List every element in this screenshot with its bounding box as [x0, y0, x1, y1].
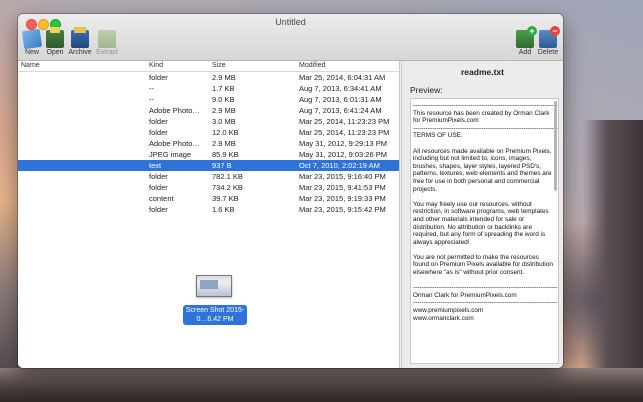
row-modified: Aug 7, 2013, 6:34:41 AM: [299, 84, 382, 93]
row-size: 85.9 KB: [212, 150, 239, 159]
row-kind: folder: [149, 117, 168, 126]
row-size: 1.6 KB: [212, 205, 235, 214]
row-kind: folder: [149, 172, 168, 181]
folder-row[interactable]: ▶Tabbarfolder734.2 KBMar 23, 2015, 9:41:…: [18, 182, 399, 193]
preview-scrollbar[interactable]: [554, 101, 557, 191]
preview-filename: readme.txt: [461, 67, 504, 77]
archive-button[interactable]: Archive: [66, 27, 94, 56]
file-row[interactable]: Ive.aco--1.7 KBAug 7, 2013, 6:34:41 AM: [18, 83, 399, 94]
row-size: 782.1 KB: [212, 172, 243, 181]
open-button[interactable]: Open: [41, 27, 69, 56]
row-size: 9.0 KB: [212, 95, 235, 104]
row-modified: May 31, 2012, 9:03:26 PM: [299, 150, 387, 159]
file-row[interactable]: Ive.grd--9.0 KBAug 7, 2013, 6:01:31 AM: [18, 94, 399, 105]
row-kind: --: [149, 95, 154, 104]
file-row[interactable]: cart-icons.psdAdobe Photo…2.9 MBMay 31, …: [18, 138, 399, 149]
row-kind: content: [149, 194, 174, 203]
delete-button[interactable]: Delete: [534, 26, 562, 56]
column-header-name[interactable]: Name: [21, 62, 40, 69]
row-modified: May 31, 2012, 9:29:13 PM: [299, 139, 387, 148]
wallpaper-shore: [0, 368, 643, 402]
row-modified: Mar 23, 2015, 9:15:42 PM: [299, 205, 386, 214]
row-size: 3.0 MB: [212, 117, 236, 126]
extract-label: Extract: [96, 49, 118, 56]
file-row[interactable]: preview.jpgJPEG image85.9 KBMay 31, 2012…: [18, 149, 399, 160]
row-size: 2.9 MB: [212, 139, 236, 148]
row-modified: Aug 7, 2013, 6:41:24 AM: [299, 106, 382, 115]
archive-icon: [71, 27, 89, 48]
column-header-size[interactable]: Size: [212, 62, 226, 69]
row-kind: Adobe Photo…: [149, 106, 200, 115]
row-kind: folder: [149, 183, 168, 192]
column-header-kind[interactable]: Kind: [149, 62, 163, 69]
row-size: 2.9 MB: [212, 73, 236, 82]
preview-label: Preview:: [410, 85, 443, 95]
folder-row[interactable]: ▶pngfolder12.0 KBMar 25, 2014, 11:23:23 …: [18, 127, 399, 138]
row-kind: folder: [149, 128, 168, 137]
row-kind: text: [149, 161, 162, 170]
row-size: 2.9 MB: [212, 106, 236, 115]
file-row[interactable]: Tabbar.xcodeprojcontent39.7 KBMar 23, 20…: [18, 193, 399, 204]
delete-icon: [539, 26, 560, 48]
row-size: 734.2 KB: [212, 183, 243, 192]
preview-text-area[interactable]: ----------------------------------------…: [410, 98, 559, 364]
row-modified: Mar 23, 2015, 9:41:53 PM: [299, 183, 386, 192]
archiver-window: Untitled New Open Archive Extract Add De…: [18, 14, 563, 368]
row-modified: Mar 25, 2014, 6:04:31 AM: [299, 73, 386, 82]
open-label: Open: [46, 49, 64, 56]
row-modified: Aug 7, 2013, 6:01:31 AM: [299, 95, 382, 104]
column-header-modified[interactable]: Modified: [299, 62, 325, 69]
folder-row[interactable]: ▼1388114881475_zcoolfolder3.0 MBMar 25, …: [18, 116, 399, 127]
archive-label: Archive: [68, 49, 92, 56]
wallpaper-rock: [583, 120, 643, 400]
row-kind: folder: [149, 73, 168, 82]
new-archive-icon: [21, 28, 43, 50]
row-size: 12.0 KB: [212, 128, 239, 137]
row-kind: --: [149, 84, 154, 93]
preview-pane: readme.txt Preview: --------------------…: [402, 61, 563, 368]
dragged-file-thumbnail[interactable]: [196, 275, 232, 297]
file-rows: ▼1376013255428_zcoolfolder2.9 MBMar 25, …: [18, 72, 399, 215]
folder-row[interactable]: ▶TabbarTestsfolder1.6 KBMar 23, 2015, 9:…: [18, 204, 399, 215]
preview-text: ----------------------------------------…: [413, 102, 558, 322]
row-size: 1.7 KB: [212, 84, 235, 93]
folder-row[interactable]: ▼Tabbarfolder782.1 KBMar 23, 2015, 9:16:…: [18, 171, 399, 182]
extract-button[interactable]: Extract: [93, 30, 121, 56]
window-title: Untitled: [275, 17, 306, 27]
delete-label: Delete: [537, 49, 559, 56]
row-size: 937 B: [212, 161, 232, 170]
row-size: 39.7 KB: [212, 194, 239, 203]
folder-row[interactable]: ▼1376013255428_zcoolfolder2.9 MBMar 25, …: [18, 72, 399, 83]
file-row[interactable]: readme.txttext937 BOct 7, 2010, 2:02:19 …: [18, 160, 399, 171]
extract-icon: [98, 30, 116, 48]
column-headers: Name Kind Size Modified: [18, 61, 399, 72]
row-kind: JPEG image: [149, 150, 192, 159]
add-icon: [516, 26, 537, 48]
row-modified: Mar 23, 2015, 9:16:40 PM: [299, 172, 386, 181]
open-icon: [46, 27, 64, 48]
row-modified: Mar 25, 2014, 11:23:23 PM: [299, 128, 390, 137]
row-modified: Mar 25, 2014, 11:23:23 PM: [299, 117, 390, 126]
titlebar: Untitled New Open Archive Extract Add De…: [18, 14, 563, 61]
file-row[interactable]: Swatches.psdAdobe Photo…2.9 MBAug 7, 201…: [18, 105, 399, 116]
row-kind: Adobe Photo…: [149, 139, 200, 148]
dragged-file-label: Screen Shot 2015-0…6.42 PM: [183, 305, 247, 325]
row-modified: Mar 23, 2015, 9:19:33 PM: [299, 194, 386, 203]
row-kind: folder: [149, 205, 168, 214]
row-modified: Oct 7, 2010, 2:02:19 AM: [299, 161, 380, 170]
